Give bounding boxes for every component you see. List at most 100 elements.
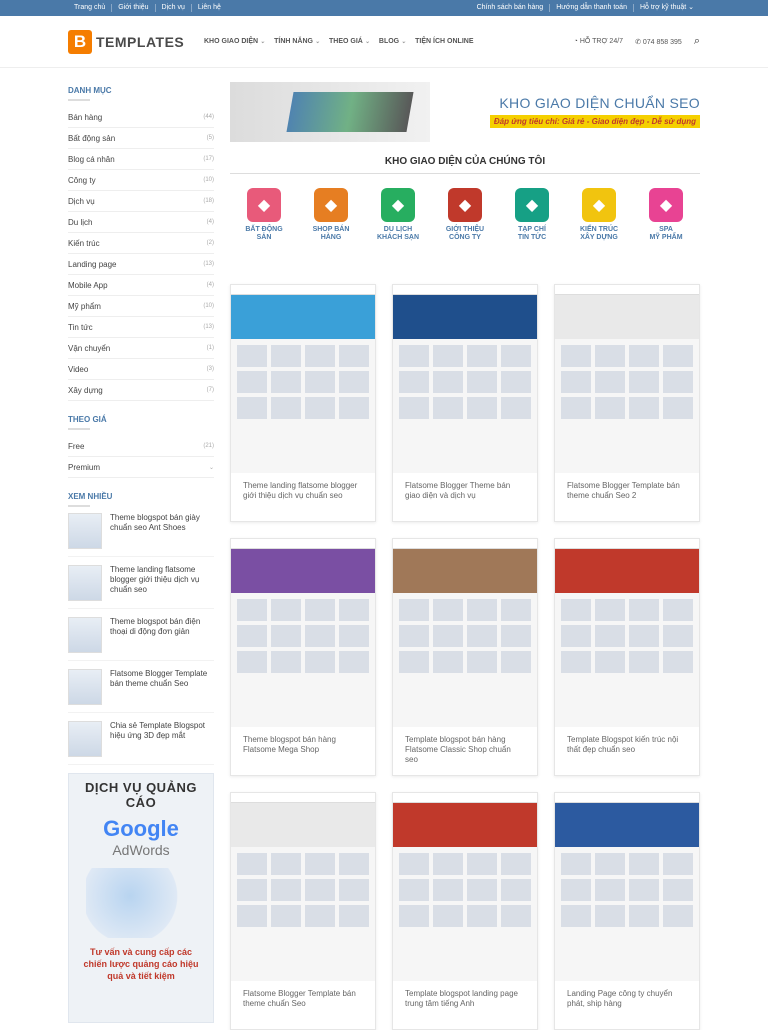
site-logo[interactable]: B TEMPLATES	[68, 29, 202, 54]
nav-online-tools[interactable]: TIỆN ÍCH ONLINE	[415, 38, 473, 45]
top-link-contact[interactable]: Liên hệ	[192, 4, 227, 12]
template-card[interactable]: Flatsome Blogger Template bán theme chuẩ…	[554, 284, 700, 522]
screenshot-tile	[305, 905, 335, 927]
category-icons: ◆ BẤT ĐỘNG SẢN ◆ SHOP BÁN HÀNG ◆ DU LỊCH KHÁCH S…	[230, 188, 700, 242]
popular-item[interactable]: Chia sẻ Template Blogspot hiệu ứng 3D đẹ…	[68, 721, 214, 765]
top-link-home[interactable]: Trang chủ	[68, 4, 113, 12]
template-card[interactable]: Flatsome Blogger Template bán theme chuẩ…	[230, 792, 376, 1030]
site-header: B TEMPLATES KHO GIAO DIỆN ⌄ TÍNH NĂNG ⌄ TH…	[0, 16, 768, 68]
category-tile[interactable]: ◆ TẠP CHÍ TIN TỨC	[506, 188, 558, 242]
screenshot-tile	[399, 625, 429, 647]
screenshot-tile	[595, 625, 625, 647]
category-item[interactable]: Dịch vụ (18)	[68, 191, 214, 212]
popular-item[interactable]: Theme blogspot bán điện thoại di động đơ…	[68, 617, 214, 661]
nav-blog[interactable]: BLOG ⌄	[379, 38, 406, 45]
category-item[interactable]: Bất động sản (5)	[68, 128, 214, 149]
category-label: Bất động sản	[68, 133, 116, 143]
phone-link[interactable]: ✆ 074 858 395	[635, 38, 682, 46]
category-item[interactable]: Kiến trúc (2)	[68, 233, 214, 254]
template-card[interactable]: Template blogspot bán hàng Flatsome Clas…	[392, 538, 538, 776]
popular-item[interactable]: Flatsome Blogger Template bán theme chuẩ…	[68, 669, 214, 713]
category-tile[interactable]: ◆ SHOP BÁN HÀNG	[305, 188, 357, 242]
screenshot-tile	[339, 345, 369, 367]
price-item[interactable]: Free (21)	[68, 436, 214, 457]
category-item[interactable]: Video (3)	[68, 359, 214, 380]
screenshot-tile	[433, 651, 463, 673]
category-item[interactable]: Landing page (13)	[68, 254, 214, 275]
screenshot-tile	[237, 599, 267, 621]
category-item[interactable]: Công ty (10)	[68, 170, 214, 191]
category-count: (2)	[206, 240, 214, 246]
screenshot-tile	[561, 599, 591, 621]
screenshot-tile	[561, 397, 591, 419]
screenshot-tile	[467, 599, 497, 621]
category-item[interactable]: Vận chuyển (1)	[68, 338, 214, 359]
main-content: KHO GIAO DIỆN CHUẨN SEO Đáp ứng tiêu chí…	[230, 80, 700, 1030]
popular-item[interactable]: Theme blogspot bán giày chuẩn seo Ant Sh…	[68, 513, 214, 557]
screenshot-tile	[467, 905, 497, 927]
screenshot-navbar	[555, 539, 699, 549]
screenshot-tile	[305, 345, 335, 367]
category-count: (10)	[203, 177, 214, 183]
category-count: (3)	[206, 366, 214, 372]
screenshot-tile	[629, 625, 659, 647]
category-item[interactable]: Mobile App (4)	[68, 275, 214, 296]
screenshot-tiles	[393, 339, 537, 425]
category-tile[interactable]: ◆ SPA MỸ PHẨM	[640, 188, 692, 242]
banner-image	[230, 82, 430, 142]
adwords-ad-banner[interactable]: DỊCH VỤ QUẢNG CÁO Google AdWords Tư vấn …	[68, 773, 214, 1023]
category-tile[interactable]: ◆ DU LỊCH KHÁCH SẠN	[372, 188, 424, 242]
template-card[interactable]: Template Blogspot kiến trúc nội thất đẹp…	[554, 538, 700, 776]
screenshot-tile	[339, 879, 369, 901]
price-item[interactable]: Premium ⌄	[68, 457, 214, 478]
screenshot-tile	[433, 853, 463, 875]
category-tile[interactable]: ◆ KIẾN TRÚC XÂY DỰNG	[573, 188, 625, 242]
popular-item[interactable]: Theme landing flatsome blogger giới thiệ…	[68, 565, 214, 609]
category-label: Blog cá nhân	[68, 154, 115, 164]
hero-banner[interactable]: KHO GIAO DIỆN CHUẨN SEO Đáp ứng tiêu chí…	[230, 80, 700, 144]
template-card[interactable]: Theme landing flatsome blogger giới thiệ…	[230, 284, 376, 522]
screenshot-tile	[501, 397, 531, 419]
screenshot-tile	[467, 397, 497, 419]
category-count: (18)	[203, 198, 214, 204]
search-icon[interactable]: ⌕	[694, 35, 700, 48]
support-link[interactable]: ◔ HỖ TRỢ 24/7	[574, 38, 623, 45]
screenshot-tile	[339, 599, 369, 621]
sidebar: DANH MỤC Bán hàng (44) Bất động sản (5) Blog…	[68, 80, 214, 1023]
nav-templates[interactable]: KHO GIAO DIỆN ⌄	[204, 38, 265, 45]
popular-title: Flatsome Blogger Template bán theme chuẩ…	[110, 669, 208, 688]
template-card[interactable]: Landing Page công ty chuyển phát, ship h…	[554, 792, 700, 1030]
top-link-payment-guide[interactable]: Hướng dẫn thanh toán	[550, 4, 634, 12]
cafe-icon: ◆	[448, 188, 482, 222]
magnifier-illustration-icon	[86, 868, 196, 938]
category-item[interactable]: Tin tức (13)	[68, 317, 214, 338]
template-card[interactable]: Theme blogspot bán hàng Flatsome Mega Sh…	[230, 538, 376, 776]
screenshot-tile	[501, 879, 531, 901]
top-link-sales-policy[interactable]: Chính sách bán hàng	[471, 4, 551, 12]
top-link-about[interactable]: Giới thiệu	[112, 4, 156, 12]
template-card[interactable]: Flatsome Blogger Theme bán giao diện và …	[392, 284, 538, 522]
template-card[interactable]: Template blogspot landing page trung tâm…	[392, 792, 538, 1030]
screenshot-tile	[433, 371, 463, 393]
nav-pricing[interactable]: THEO GIÁ ⌄	[329, 38, 370, 45]
template-caption: Template blogspot bán hàng Flatsome Clas…	[405, 735, 511, 764]
category-tile[interactable]: ◆ GIỚI THIỆU CÔNG TY	[439, 188, 491, 242]
price-list: Free (21) Premium ⌄	[68, 436, 214, 478]
screenshot-tile	[237, 879, 267, 901]
screenshot-tile	[433, 905, 463, 927]
nav-features[interactable]: TÍNH NĂNG ⌄	[274, 38, 320, 45]
banner-title: KHO GIAO DIỆN CHUẨN SEO	[499, 95, 700, 111]
category-item[interactable]: Blog cá nhân (17)	[68, 149, 214, 170]
top-link-tech-support[interactable]: Hỗ trợ kỹ thuật ⌄	[634, 4, 700, 12]
category-item[interactable]: Bán hàng (44)	[68, 107, 214, 128]
category-item[interactable]: Mỹ phẩm (10)	[68, 296, 214, 317]
category-tile[interactable]: ◆ BẤT ĐỘNG SẢN	[238, 188, 290, 242]
screenshot-tile	[595, 371, 625, 393]
template-caption: Flatsome Blogger Theme bán giao diện và …	[405, 481, 511, 500]
category-item[interactable]: Xây dựng (7)	[68, 380, 214, 401]
top-link-services[interactable]: Dịch vụ	[156, 4, 192, 12]
screenshot-tile	[561, 853, 591, 875]
screenshot-tile	[629, 371, 659, 393]
category-item[interactable]: Du lịch (4)	[68, 212, 214, 233]
screenshot-navbar	[231, 285, 375, 295]
